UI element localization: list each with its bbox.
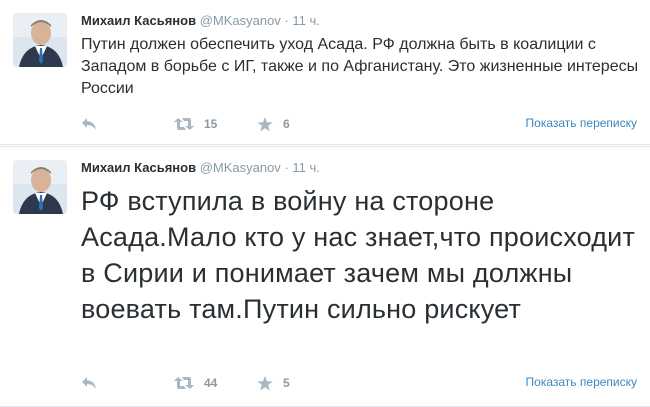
tweet-header: Михаил Касьянов @MKasyanov · 11 ч. [81, 159, 320, 176]
timestamp[interactable]: 11 ч. [292, 13, 320, 28]
star-icon [257, 116, 273, 131]
tweet-header: Михаил Касьянов @MKasyanov · 11 ч. [81, 12, 320, 29]
reply-button[interactable] [81, 114, 97, 134]
reply-icon [82, 118, 96, 130]
author-fullname[interactable]: Михаил Касьянов [81, 160, 196, 175]
retweet-icon [174, 377, 194, 389]
separator-dot: · [284, 13, 289, 28]
retweet-icon [174, 118, 194, 130]
tweet[interactable]: Михаил Касьянов @MKasyanov · 11 ч. РФ вс… [0, 146, 650, 407]
favorite-button[interactable]: 6 [257, 114, 290, 134]
show-conversation-link[interactable]: Показать переписку [526, 375, 637, 389]
retweet-button[interactable]: 15 [174, 114, 217, 134]
avatar-image [13, 160, 67, 214]
retweet-count: 15 [204, 117, 218, 131]
tweet-actions: 44 5 Показать переписку [81, 373, 641, 393]
avatar[interactable] [13, 160, 67, 214]
favorite-button[interactable]: 5 [257, 373, 290, 393]
retweet-button[interactable]: 44 [174, 373, 217, 393]
favorite-count: 6 [283, 117, 290, 131]
tweet-text: Путин должен обеспечить уход Асада. РФ д… [81, 36, 639, 97]
favorite-count: 5 [283, 376, 290, 390]
author-handle[interactable]: @MKasyanov [200, 13, 281, 28]
reply-icon [82, 377, 96, 389]
avatar[interactable] [13, 13, 67, 67]
author-handle[interactable]: @MKasyanov [200, 160, 281, 175]
reply-button[interactable] [81, 373, 97, 393]
retweet-count: 44 [204, 376, 218, 390]
author-fullname[interactable]: Михаил Касьянов [81, 13, 196, 28]
tweet-actions: 15 6 Показать переписку [81, 114, 641, 134]
tweet-text: РФ вступила в войну на стороне Асада.Мал… [81, 186, 636, 324]
timestamp[interactable]: 11 ч. [292, 160, 320, 175]
avatar-image [13, 13, 67, 67]
show-conversation-link[interactable]: Показать переписку [526, 116, 637, 130]
tweet[interactable]: Михаил Касьянов @MKasyanov · 11 ч. Путин… [0, 0, 650, 145]
star-icon [257, 375, 273, 390]
separator-dot: · [284, 160, 289, 175]
